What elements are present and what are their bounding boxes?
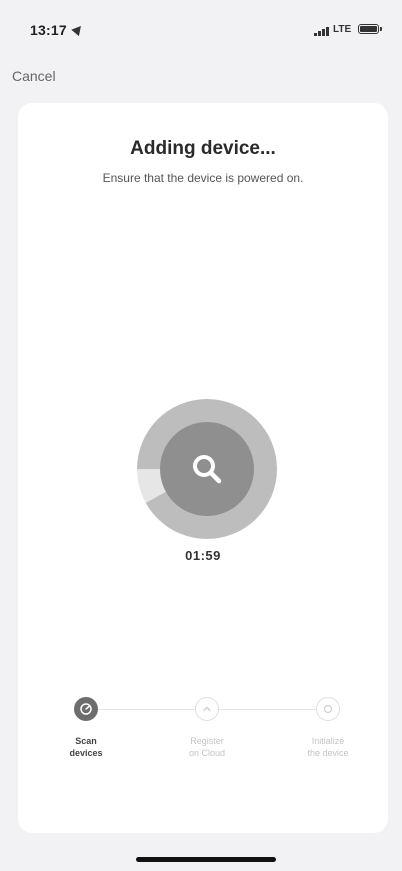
page-subtitle: Ensure that the device is powered on. bbox=[102, 171, 304, 185]
cloud-upload-icon bbox=[195, 697, 219, 721]
home-indicator[interactable] bbox=[136, 857, 276, 862]
network-type: LTE bbox=[333, 24, 352, 35]
step-label: Register on Cloud bbox=[167, 735, 247, 759]
location-arrow-icon bbox=[71, 22, 85, 37]
step-label-line2: devices bbox=[69, 748, 103, 758]
step-scan-devices: Scan devices bbox=[46, 697, 126, 759]
initialize-icon bbox=[316, 697, 340, 721]
step-label: Initialize the device bbox=[288, 735, 368, 759]
step-initialize-device: Initialize the device bbox=[288, 697, 368, 759]
step-label-line1: Scan bbox=[75, 736, 97, 746]
scan-icon bbox=[74, 697, 98, 721]
search-button bbox=[160, 422, 254, 516]
search-icon bbox=[193, 455, 222, 484]
battery-tip bbox=[380, 27, 382, 31]
battery-full-icon bbox=[358, 24, 379, 34]
step-register-cloud: Register on Cloud bbox=[167, 697, 247, 759]
status-bar: 13:17 LTE bbox=[0, 0, 402, 50]
scan-progress-ring bbox=[137, 399, 277, 539]
scan-timer: 01:59 bbox=[185, 548, 221, 563]
cancel-button[interactable]: Cancel bbox=[12, 68, 56, 84]
step-label-line2: on Cloud bbox=[188, 748, 226, 758]
step-label-line2: the device bbox=[307, 748, 349, 758]
page-title: Adding device... bbox=[130, 138, 276, 159]
status-time: 13:17 bbox=[30, 22, 67, 38]
cellular-signal-icon bbox=[314, 26, 329, 36]
step-label-line1: Initialize bbox=[311, 736, 345, 746]
step-label: Scan devices bbox=[46, 735, 126, 759]
adding-device-card: Adding device... Ensure that the device … bbox=[18, 103, 388, 833]
step-label-line1: Register bbox=[190, 736, 224, 746]
